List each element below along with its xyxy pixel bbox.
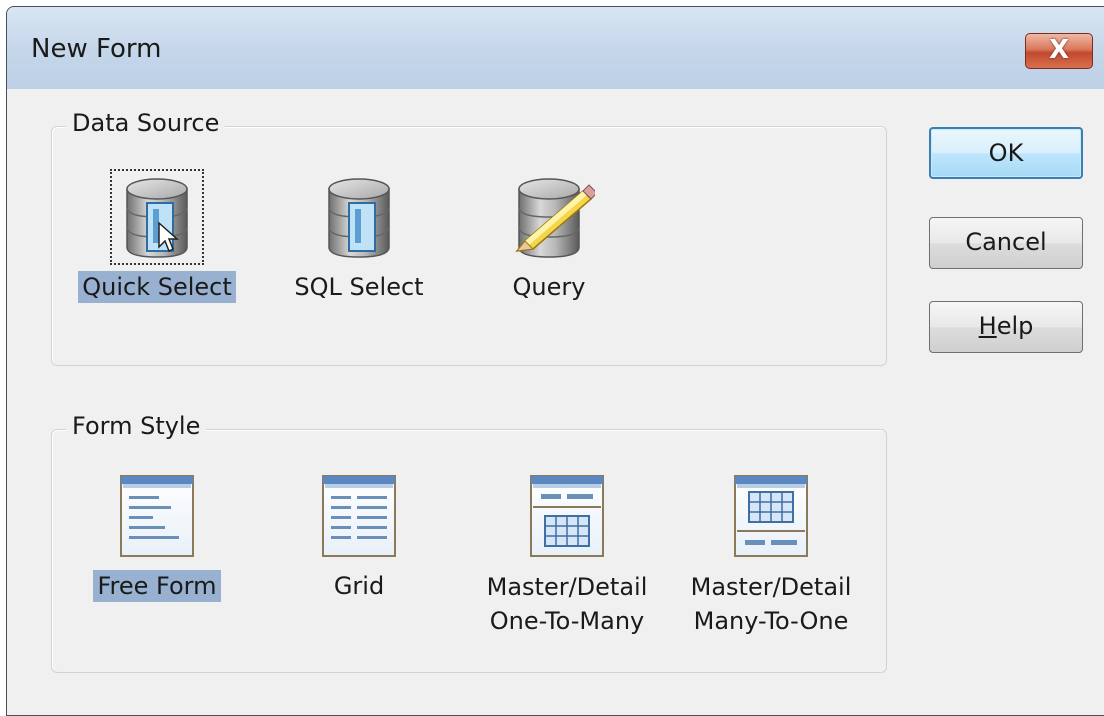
ok-button[interactable]: OK: [929, 127, 1083, 179]
group-label: Data Source: [66, 109, 226, 137]
close-button[interactable]: X: [1025, 33, 1093, 69]
option-label-line-2: One-To-Many: [489, 607, 645, 635]
master-detail-one-to-many-icon: [530, 475, 604, 557]
option-label-line-2: Many-To-One: [693, 607, 849, 635]
help-label: elp: [996, 312, 1034, 340]
option-label: Master/Detail One-To-Many: [483, 570, 652, 638]
query-option[interactable]: Query: [454, 171, 644, 303]
focus-indicator: [110, 169, 204, 265]
option-label: Quick Select: [78, 271, 236, 303]
master-detail-many-to-one-icon: [734, 475, 808, 557]
free-form-icon: [120, 475, 194, 557]
option-label: Master/Detail Many-To-One: [687, 570, 856, 638]
grid-form-icon: [322, 475, 396, 557]
new-form-dialog: New Form X Data Source Quick Select SQL …: [6, 6, 1104, 716]
option-label-line-1: Master/Detail: [486, 573, 648, 601]
dialog-title: New Form: [31, 34, 162, 64]
master-detail-one-to-many-option[interactable]: Master/Detail One-To-Many: [472, 470, 662, 638]
grid-option[interactable]: Grid: [264, 470, 454, 602]
group-label: Form Style: [66, 412, 207, 440]
help-accelerator: H: [978, 312, 997, 340]
option-label: Free Form: [93, 570, 221, 602]
quick-select-option[interactable]: Quick Select: [62, 169, 252, 303]
database-pencil-icon: [515, 178, 598, 258]
option-label: SQL Select: [294, 273, 424, 301]
title-bar: New Form X: [7, 7, 1104, 89]
sql-select-option[interactable]: SQL Select: [264, 171, 454, 303]
help-button[interactable]: Help: [929, 301, 1083, 353]
close-icon: X: [1048, 35, 1070, 65]
data-source-group: Data Source Quick Select SQL Select Quer…: [51, 109, 887, 366]
master-detail-many-to-one-option[interactable]: Master/Detail Many-To-One: [676, 470, 866, 638]
dialog-body: Data Source Quick Select SQL Select Quer…: [15, 89, 1104, 715]
cancel-button[interactable]: Cancel: [929, 217, 1083, 269]
option-label: Query: [512, 273, 586, 301]
option-label: Grid: [333, 572, 385, 600]
form-style-group: Form Style Free Form Grid Master/Detail …: [51, 412, 887, 673]
free-form-option[interactable]: Free Form: [62, 470, 252, 602]
database-form-icon: [328, 178, 390, 258]
option-label-line-1: Master/Detail: [690, 573, 852, 601]
